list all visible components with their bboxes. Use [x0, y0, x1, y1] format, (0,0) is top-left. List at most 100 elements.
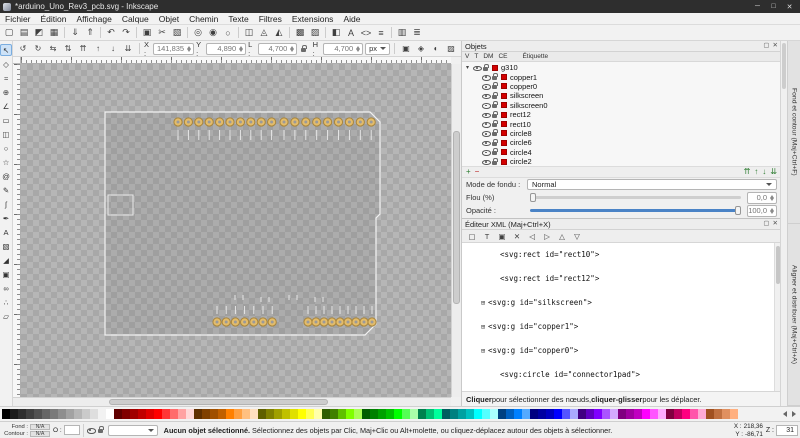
- lower-one-button[interactable]: ↓: [762, 168, 766, 176]
- zoom-input[interactable]: 31: [776, 425, 798, 436]
- canvas-horizontal-scrollbar[interactable]: [13, 397, 451, 406]
- print-button[interactable]: ▦: [47, 26, 61, 39]
- visibility-eye-icon[interactable]: [482, 101, 490, 109]
- visibility-eye-icon[interactable]: [482, 139, 490, 147]
- detach-panel-icon[interactable]: ▢: [763, 221, 769, 228]
- pcb-pad[interactable]: [363, 321, 366, 324]
- text-dialog-button[interactable]: A: [344, 26, 358, 39]
- scrollbar-thumb[interactable]: [782, 43, 786, 89]
- palette-swatch-51[interactable]: [410, 409, 418, 419]
- scrollbar-thumb[interactable]: [109, 399, 328, 405]
- menu-item-0[interactable]: Fichier: [0, 13, 36, 25]
- new-document-button[interactable]: ▢: [2, 26, 16, 39]
- lower-node-button[interactable]: ▽: [571, 231, 583, 242]
- palette-swatch-64[interactable]: [514, 409, 522, 419]
- pcb-pad[interactable]: [315, 121, 318, 124]
- dropper-tool[interactable]: ◢: [0, 254, 12, 266]
- affect-patterns-toggle[interactable]: ▨: [444, 42, 458, 55]
- lock-icon[interactable]: [492, 101, 499, 109]
- palette-swatch-10[interactable]: [82, 409, 90, 419]
- affect-gradients-toggle[interactable]: ◐: [429, 42, 443, 55]
- lock-ratio-icon[interactable]: [299, 43, 310, 55]
- palette-swatch-4[interactable]: [34, 409, 42, 419]
- palette-swatch-37[interactable]: [298, 409, 306, 419]
- tab-fill-stroke[interactable]: Fond et contour (Maj+Ctrl+F): [788, 41, 800, 224]
- object-row[interactable]: silkscreen0: [462, 101, 781, 110]
- tab-align-distribute[interactable]: Aligner et distribuer (Maj+Ctrl+A): [788, 224, 800, 407]
- object-row[interactable]: circle4: [462, 148, 781, 157]
- palette-swatch-78[interactable]: [626, 409, 634, 419]
- lock-icon[interactable]: [492, 73, 499, 81]
- palette-scroll-right-icon[interactable]: [789, 409, 798, 420]
- pcb-pad[interactable]: [293, 121, 296, 124]
- spiral-tool[interactable]: @: [0, 170, 12, 182]
- palette-swatch-23[interactable]: [186, 409, 194, 419]
- palette-swatch-41[interactable]: [330, 409, 338, 419]
- expander-icon[interactable]: ⊞: [478, 299, 488, 307]
- measure-tool[interactable]: ∠: [0, 100, 12, 112]
- palette-swatch-59[interactable]: [474, 409, 482, 419]
- export-button[interactable]: ⇑: [83, 26, 97, 39]
- palette-swatch-13[interactable]: [106, 409, 114, 419]
- lock-icon[interactable]: [492, 129, 499, 137]
- palette-swatch-49[interactable]: [394, 409, 402, 419]
- opacity-input[interactable]: [64, 425, 80, 435]
- copy-button[interactable]: ▣: [140, 26, 154, 39]
- palette-swatch-5[interactable]: [42, 409, 50, 419]
- palette-swatch-58[interactable]: [466, 409, 474, 419]
- flip-vertical-button[interactable]: ⇅: [61, 42, 75, 55]
- bezier-tool[interactable]: ʃ: [0, 198, 12, 210]
- palette-swatch-72[interactable]: [578, 409, 586, 419]
- undo-button[interactable]: ↶: [104, 26, 118, 39]
- palette-swatch-61[interactable]: [490, 409, 498, 419]
- new-element-node-button[interactable]: ▢: [466, 231, 478, 242]
- close-panel-icon[interactable]: ✕: [773, 221, 778, 228]
- palette-swatch-67[interactable]: [538, 409, 546, 419]
- palette-swatch-57[interactable]: [458, 409, 466, 419]
- palette-swatch-60[interactable]: [482, 409, 490, 419]
- palette-swatch-33[interactable]: [266, 409, 274, 419]
- palette-swatch-34[interactable]: [274, 409, 282, 419]
- pcb-pad[interactable]: [239, 121, 242, 124]
- lower-to-bottom-button[interactable]: ⇊: [121, 42, 135, 55]
- palette-swatch-79[interactable]: [634, 409, 642, 419]
- palette-swatch-70[interactable]: [562, 409, 570, 419]
- menu-item-8[interactable]: Extensions: [287, 13, 339, 25]
- palette-swatch-12[interactable]: [98, 409, 106, 419]
- pcb-pad[interactable]: [243, 321, 246, 324]
- palette-swatch-69[interactable]: [554, 409, 562, 419]
- raise-one-button[interactable]: ↑: [754, 168, 758, 176]
- align-dialog-button[interactable]: ≡: [374, 26, 388, 39]
- pcb-pad[interactable]: [339, 321, 342, 324]
- palette-swatch-16[interactable]: [130, 409, 138, 419]
- palette-swatch-50[interactable]: [402, 409, 410, 419]
- palette-swatch-81[interactable]: [650, 409, 658, 419]
- menu-item-9[interactable]: Aide: [338, 13, 365, 25]
- duplicate-button[interactable]: ◫: [242, 26, 256, 39]
- pcb-pad[interactable]: [359, 121, 362, 124]
- ungroup-button[interactable]: ▨: [308, 26, 322, 39]
- visibility-eye-icon[interactable]: [482, 82, 490, 90]
- palette-swatch-32[interactable]: [258, 409, 266, 419]
- y-input[interactable]: 4,890: [206, 43, 246, 55]
- menu-item-3[interactable]: Calque: [117, 13, 154, 25]
- palette-swatch-44[interactable]: [354, 409, 362, 419]
- menu-item-1[interactable]: Édition: [36, 13, 72, 25]
- palette-swatch-84[interactable]: [674, 409, 682, 419]
- expander-icon[interactable]: ⊞: [478, 347, 488, 355]
- raise-to-top-button[interactable]: ⇈: [744, 168, 751, 176]
- palette-swatch-73[interactable]: [586, 409, 594, 419]
- palette-swatch-62[interactable]: [498, 409, 506, 419]
- dock-scrollbar[interactable]: [780, 41, 787, 406]
- affect-stroke-toggle[interactable]: ▣: [399, 42, 413, 55]
- visibility-eye-icon[interactable]: [482, 92, 490, 100]
- palette-swatch-85[interactable]: [682, 409, 690, 419]
- blur-input[interactable]: 0,0: [747, 192, 777, 204]
- maximize-icon[interactable]: □: [766, 1, 781, 12]
- pcb-pad[interactable]: [337, 121, 340, 124]
- pcb-pad[interactable]: [262, 321, 265, 324]
- fill-stroke-indicator[interactable]: Fond :N/A Contour :N/A: [2, 424, 50, 437]
- delete-node-button[interactable]: ✕: [511, 231, 523, 242]
- menu-item-7[interactable]: Filtres: [254, 13, 287, 25]
- pcb-pad[interactable]: [234, 321, 237, 324]
